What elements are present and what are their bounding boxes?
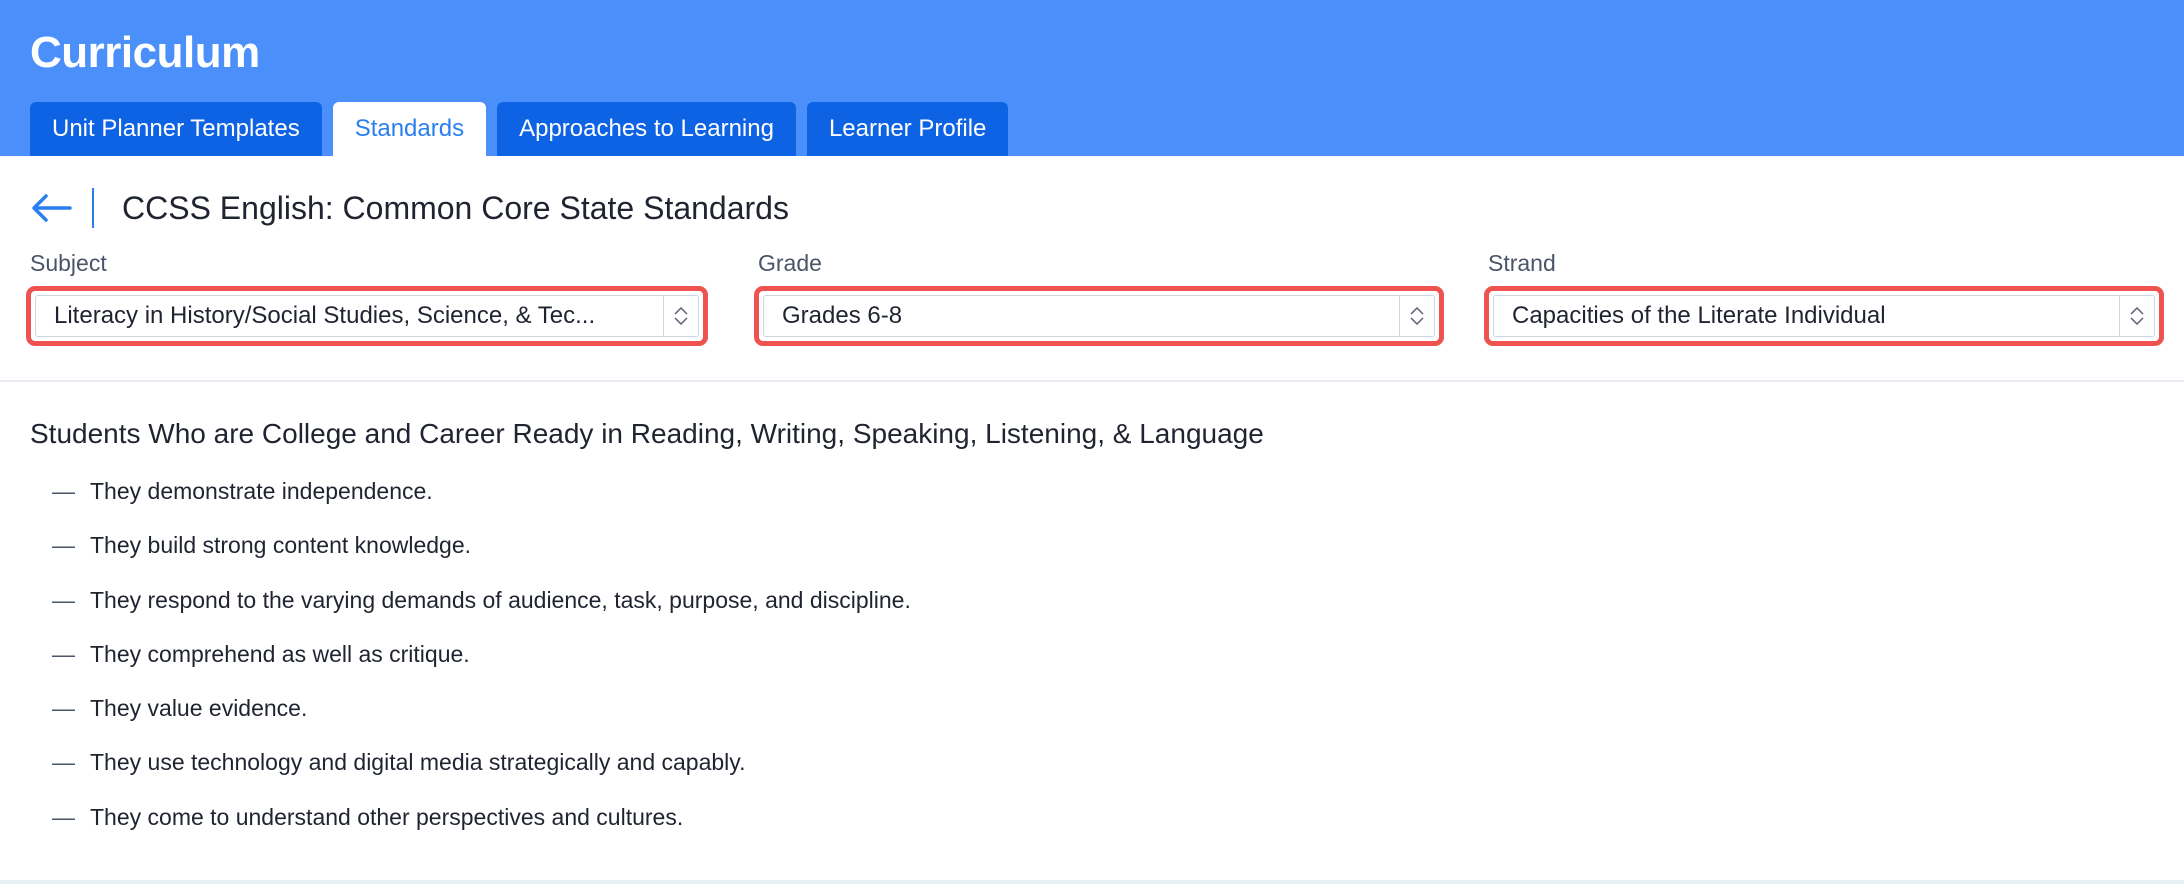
strand-filter: Strand Capacities of the Literate Indivi… (1484, 250, 2164, 346)
chevron-up-down-icon[interactable] (663, 296, 698, 336)
tab-learner-profile[interactable]: Learner Profile (806, 102, 1009, 156)
subject-label: Subject (30, 250, 107, 276)
section-title: Students Who are College and Career Read… (30, 418, 1264, 449)
subject-highlight: Literacy in History/Social Studies, Scie… (26, 286, 708, 346)
list-item-text: They value evidence. (90, 695, 308, 722)
list-item: — They value evidence. (52, 695, 911, 749)
dash-marker: — (52, 803, 75, 830)
list-item-text: They come to understand other perspectiv… (90, 803, 684, 830)
list-item: — They build strong content knowledge. (52, 532, 911, 586)
page-title-row: CCSS English: Common Core State Standard… (30, 186, 789, 230)
list-item: — They come to understand other perspect… (52, 804, 911, 858)
strand-label: Strand (1488, 250, 1556, 276)
strand-highlight: Capacities of the Literate Individual (1484, 286, 2164, 346)
standards-list: — They demonstrate independence. — They … (52, 478, 911, 858)
subject-select[interactable]: Literacy in History/Social Studies, Scie… (35, 295, 699, 337)
chevron-up-down-icon[interactable] (2119, 296, 2154, 336)
dash-marker: — (52, 532, 75, 559)
dash-marker: — (52, 695, 75, 722)
list-item: — They demonstrate independence. (52, 478, 911, 532)
list-item-text: They demonstrate independence. (90, 478, 433, 504)
list-item: — They use technology and digital media … (52, 749, 911, 803)
dash-marker: — (52, 478, 75, 504)
dash-marker: — (52, 640, 75, 667)
grade-highlight: Grades 6-8 (754, 286, 1444, 346)
dash-marker: — (52, 749, 75, 776)
list-item: — They respond to the varying demands of… (52, 587, 911, 641)
list-item-text: They build strong content knowledge. (90, 532, 472, 559)
tab-bar: Unit Planner Templates Standards Approac… (30, 102, 1009, 156)
page-title: CCSS English: Common Core State Standard… (122, 189, 789, 226)
dash-marker: — (52, 586, 75, 613)
grade-select[interactable]: Grades 6-8 (763, 295, 1435, 337)
subject-select-value: Literacy in History/Social Studies, Scie… (54, 302, 596, 329)
subject-filter: Subject Literacy in History/Social Studi… (26, 250, 708, 346)
grade-filter: Grade Grades 6-8 (754, 250, 1444, 346)
app-title: Curriculum (30, 28, 260, 77)
bottom-border (0, 880, 2184, 884)
arrow-left-icon[interactable] (30, 193, 72, 223)
grade-label: Grade (758, 250, 822, 276)
filter-row: Subject Literacy in History/Social Studi… (26, 250, 2164, 350)
strand-select-value: Capacities of the Literate Individual (1512, 302, 1886, 329)
grade-select-value: Grades 6-8 (782, 302, 903, 329)
list-item-text: They comprehend as well as critique. (90, 640, 470, 667)
section-divider (0, 380, 2184, 382)
strand-select[interactable]: Capacities of the Literate Individual (1493, 295, 2155, 337)
tab-unit-planner-templates[interactable]: Unit Planner Templates (30, 102, 322, 156)
list-item-text: They respond to the varying demands of a… (90, 586, 911, 613)
app-header: Curriculum Unit Planner Templates Standa… (0, 0, 2184, 156)
list-item: — They comprehend as well as critique. (52, 641, 911, 695)
chevron-up-down-icon[interactable] (1399, 296, 1434, 336)
tab-standards[interactable]: Standards (332, 102, 487, 156)
title-divider (92, 188, 94, 228)
list-item-text: They use technology and digital media st… (90, 749, 746, 776)
tab-approaches-to-learning[interactable]: Approaches to Learning (497, 102, 796, 156)
